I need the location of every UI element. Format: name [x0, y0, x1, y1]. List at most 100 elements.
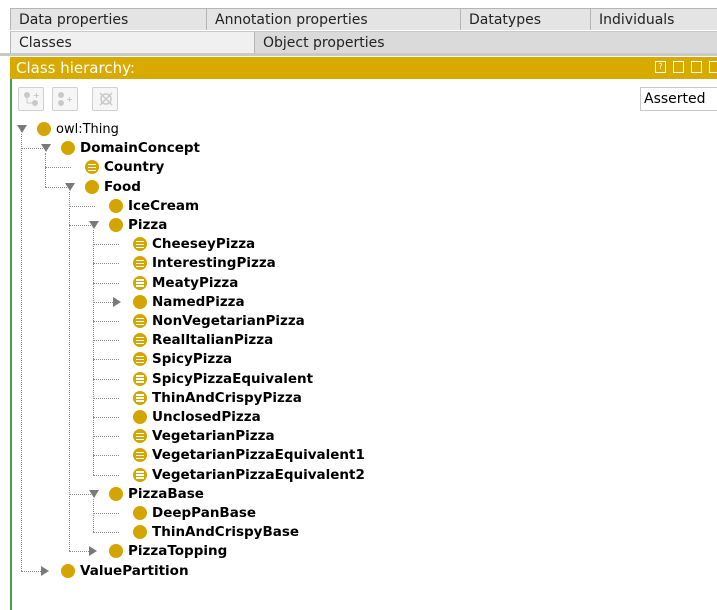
defined-class-icon: [133, 467, 147, 482]
add-subclass-icon: +: [24, 91, 40, 106]
svg-text:+: +: [33, 91, 40, 100]
class-hierarchy-title: Class hierarchy:: [16, 59, 135, 77]
tree-node-vegetarian-pizza-equivalent2[interactable]: VegetarianPizzaEquivalent2: [10, 466, 710, 485]
expand-down-icon[interactable]: [65, 182, 75, 191]
defined-class-icon: [133, 256, 147, 271]
tree-node-vegetarian-pizza[interactable]: VegetarianPizza: [10, 427, 710, 446]
tree-node-value-partition[interactable]: ValuePartition: [10, 562, 710, 581]
tree-node-label: InterestingPizza: [152, 255, 276, 272]
tree-node-named-pizza[interactable]: NamedPizza: [10, 293, 710, 312]
tree-node-label: RealItalianPizza: [152, 332, 274, 349]
defined-class-icon: [133, 390, 147, 405]
tree-node-meaty-pizza[interactable]: MeatyPizza: [10, 274, 710, 293]
tree-node-label: SpicyPizza: [152, 351, 233, 368]
tree-node-label: owl:Thing: [56, 122, 119, 137]
class-icon: [61, 141, 75, 156]
tree-node-label: PizzaTopping: [128, 543, 228, 560]
tree-node-pizza-topping[interactable]: PizzaTopping: [10, 542, 710, 561]
tree-node-label: DeepPanBase: [152, 505, 257, 521]
defined-class-icon: [133, 448, 147, 463]
defined-class-icon: [133, 314, 147, 328]
tree-node-owl-thing[interactable]: owl:Thing: [10, 120, 710, 139]
class-icon: [133, 294, 147, 309]
class-icon: [133, 525, 147, 540]
hierarchy-toolbar: + + Asserted: [10, 79, 717, 119]
tree-node-real-italian-pizza[interactable]: RealItalianPizza: [10, 331, 710, 350]
tree-node-thin-and-crispy-base[interactable]: ThinAndCrispyBase: [10, 523, 710, 542]
class-icon: [109, 198, 123, 213]
expand-down-icon[interactable]: [89, 221, 99, 229]
expand-right-icon[interactable]: [41, 565, 49, 576]
split-horizontal-icon[interactable]: [691, 61, 703, 73]
tab-annotation-properties[interactable]: Annotation properties: [206, 8, 460, 30]
expand-down-icon[interactable]: [41, 144, 51, 153]
expand-right-icon[interactable]: [113, 296, 121, 307]
defined-class-icon: [133, 275, 147, 290]
tabs-divider: [0, 53, 717, 56]
tree-node-label: Food: [104, 178, 141, 195]
tab-classes[interactable]: Classes: [10, 31, 254, 53]
tree-node-label: IceCream: [128, 197, 200, 214]
tree-node-label: SpicyPizzaEquivalent: [152, 370, 314, 387]
tree-node-label: Country: [104, 159, 165, 176]
tree-node-non-vegetarian-pizza[interactable]: NonVegetarianPizza: [10, 312, 710, 331]
tab-data-properties[interactable]: Data properties: [10, 8, 206, 30]
tree-node-ice-cream[interactable]: IceCream: [10, 197, 710, 216]
add-sibling-icon: +: [58, 92, 73, 106]
class-tree: owl:Thing DomainConcept Country Food IceCrea…: [10, 119, 717, 610]
tree-node-label: UnclosedPizza: [152, 409, 261, 425]
tree-node-label: CheeseyPizza: [152, 236, 256, 253]
tree-node-label: DomainConcept: [80, 140, 200, 157]
class-icon: [61, 563, 75, 578]
class-icon: [109, 486, 123, 501]
tab-individuals[interactable]: Individuals: [590, 8, 717, 30]
delete-icon: [99, 92, 113, 106]
tree-node-pizza[interactable]: Pizza: [10, 216, 710, 235]
tree-node-label: MeatyPizza: [152, 274, 239, 291]
help-icon[interactable]: ?: [655, 61, 666, 73]
expand-down-icon[interactable]: [17, 125, 27, 133]
float-view-icon[interactable]: [709, 61, 717, 73]
tree-node-unclosed-pizza[interactable]: UnclosedPizza: [10, 408, 710, 427]
tree-node-pizza-base[interactable]: PizzaBase: [10, 485, 710, 504]
class-icon: [133, 506, 147, 520]
view-controls: ?: [655, 61, 717, 75]
expand-down-icon[interactable]: [89, 489, 99, 498]
tab-object-properties[interactable]: Object properties: [254, 31, 717, 53]
class-icon: [109, 218, 123, 232]
expand-right-icon[interactable]: [89, 546, 97, 557]
add-subclass-button[interactable]: +: [18, 87, 44, 111]
tree-node-food[interactable]: Food: [10, 178, 710, 197]
tree-node-label: Pizza: [128, 217, 168, 233]
tree-node-thin-and-crispy-pizza[interactable]: ThinAndCrispyPizza: [10, 389, 710, 408]
class-icon: [85, 179, 99, 194]
tree-node-country[interactable]: Country: [10, 158, 710, 177]
tree-node-interesting-pizza[interactable]: InterestingPizza: [10, 254, 710, 273]
tree-node-spicy-pizza-equivalent[interactable]: SpicyPizzaEquivalent: [10, 370, 710, 389]
tree-node-cheesey-pizza[interactable]: CheeseyPizza: [10, 235, 710, 254]
defined-class-icon: [85, 160, 99, 175]
view-tabs: Data properties Annotation properties Da…: [0, 0, 717, 56]
class-hierarchy-header: Class hierarchy: ?: [10, 57, 717, 79]
defined-class-icon: [133, 352, 147, 367]
svg-text:+: +: [66, 95, 73, 104]
tree-node-label: ValuePartition: [80, 562, 189, 579]
class-icon: [37, 122, 51, 136]
tree-node-spicy-pizza[interactable]: SpicyPizza: [10, 350, 710, 369]
tree-node-label: ThinAndCrispyBase: [152, 524, 300, 541]
defined-class-icon: [133, 237, 147, 252]
defined-class-icon: [133, 371, 147, 386]
tree-node-label: VegetarianPizza: [152, 428, 275, 445]
tree-node-label: ThinAndCrispyPizza: [152, 389, 302, 406]
hierarchy-mode-select[interactable]: Asserted: [640, 87, 717, 111]
add-sibling-button[interactable]: +: [52, 87, 78, 111]
tree-node-deep-pan-base[interactable]: DeepPanBase: [10, 504, 710, 523]
tree-node-label: NonVegetarianPizza: [152, 313, 305, 329]
tree-node-vegetarian-pizza-equivalent1[interactable]: VegetarianPizzaEquivalent1: [10, 446, 710, 465]
tree-node-label: VegetarianPizzaEquivalent1: [152, 447, 365, 464]
tree-node-domain-concept[interactable]: DomainConcept: [10, 139, 710, 158]
split-vertical-icon[interactable]: [673, 61, 685, 73]
delete-class-button[interactable]: [92, 87, 118, 111]
class-icon: [133, 410, 147, 424]
tab-datatypes[interactable]: Datatypes: [460, 8, 590, 30]
